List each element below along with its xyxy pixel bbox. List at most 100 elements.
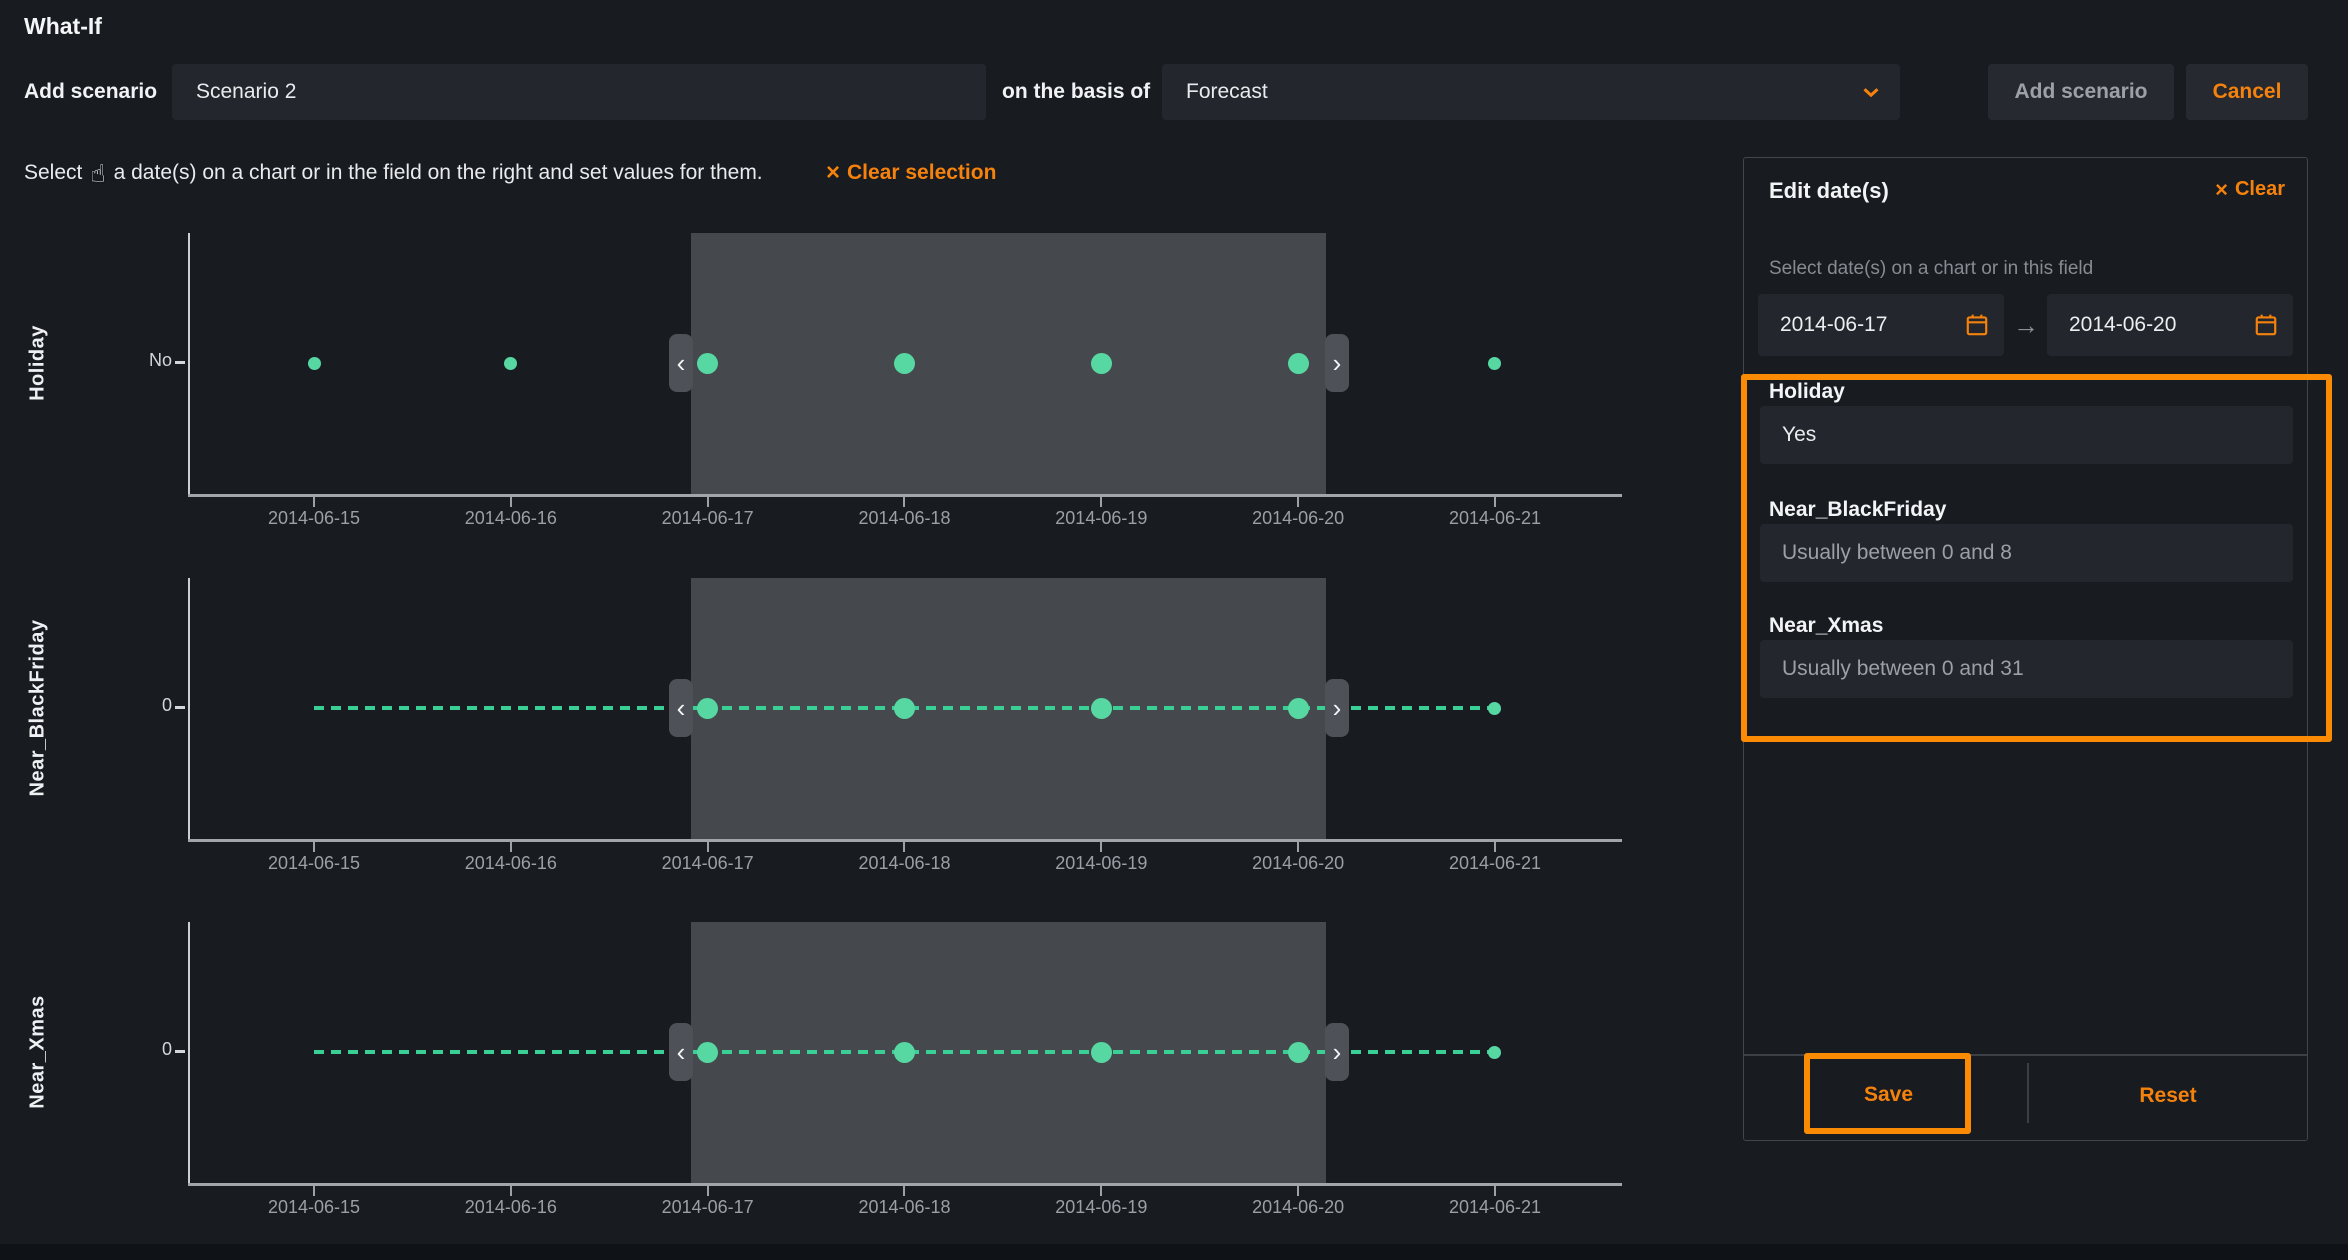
x-tick-mark: [903, 842, 905, 852]
field-input-near-xmas[interactable]: [1760, 640, 2293, 698]
basis-select[interactable]: Forecast: [1162, 64, 1900, 120]
close-icon: ×: [2215, 179, 2228, 201]
chevron-right-icon: ›: [1333, 695, 1342, 721]
add-scenario-button[interactable]: Add scenario: [1988, 64, 2174, 120]
y-axis: [188, 922, 190, 1186]
x-tick-mark: [313, 497, 315, 507]
x-tick-label: 2014-06-20: [1218, 1197, 1378, 1218]
bottom-strip: [0, 1244, 2348, 1260]
panel-clear-button[interactable]: × Clear: [2215, 178, 2285, 201]
field-input-near-blackfriday[interactable]: [1760, 524, 2293, 582]
x-axis: [188, 1183, 1622, 1186]
data-point[interactable]: [1091, 353, 1112, 374]
chart-holiday: Holiday No ‹ › 2014-06-152014-06-162014-…: [188, 233, 1622, 533]
x-tick-mark: [1297, 1186, 1299, 1196]
x-tick-label: 2014-06-21: [1415, 1197, 1575, 1218]
basis-selected-value: Forecast: [1186, 80, 1268, 104]
y-tick-mark: [175, 1050, 185, 1053]
cursor-pointer-icon: ☝: [90, 159, 105, 188]
x-tick-mark: [510, 842, 512, 852]
data-point[interactable]: [1288, 698, 1309, 719]
chevron-left-icon: ‹: [677, 1039, 686, 1065]
x-tick-label: 2014-06-17: [628, 508, 788, 529]
x-tick-label: 2014-06-17: [628, 853, 788, 874]
clear-selection-link[interactable]: × Clear selection: [826, 158, 996, 188]
x-tick-mark: [1494, 842, 1496, 852]
date-to-field[interactable]: [2047, 294, 2293, 356]
data-point[interactable]: [1288, 1042, 1309, 1063]
data-point[interactable]: [1091, 698, 1112, 719]
x-tick-label: 2014-06-15: [234, 508, 394, 529]
x-tick-mark: [903, 497, 905, 507]
data-point[interactable]: [1488, 357, 1501, 370]
selection-handle-left[interactable]: ‹: [669, 679, 693, 737]
selection-handle-right[interactable]: ›: [1325, 1023, 1349, 1081]
x-tick-label: 2014-06-15: [234, 853, 394, 874]
save-button[interactable]: Save: [1811, 1060, 1966, 1129]
x-tick-label: 2014-06-18: [824, 1197, 984, 1218]
instruction-text-after: a date(s) on a chart or in the field on …: [114, 161, 763, 185]
y-axis-title: Holiday: [27, 325, 50, 401]
scenario-name-input[interactable]: [172, 64, 986, 120]
data-point[interactable]: [894, 1042, 915, 1063]
chevron-left-icon: ‹: [677, 695, 686, 721]
x-tick-label: 2014-06-19: [1021, 853, 1181, 874]
edit-dates-panel: Edit date(s) × Clear Select date(s) on a…: [1743, 157, 2308, 1141]
data-point[interactable]: [697, 1042, 718, 1063]
data-point[interactable]: [1488, 702, 1501, 715]
reset-button[interactable]: Reset: [2098, 1066, 2238, 1126]
data-point[interactable]: [697, 698, 718, 719]
x-tick-mark: [1100, 842, 1102, 852]
x-tick-label: 2014-06-18: [824, 853, 984, 874]
x-tick-mark: [707, 497, 709, 507]
chart-near-xmas: Near_Xmas 0 ‹ › 2014-06-152014-06-162014…: [188, 922, 1622, 1222]
field-input-holiday[interactable]: [1760, 406, 2293, 464]
y-tick-mark: [175, 706, 185, 709]
close-icon: ×: [826, 161, 840, 185]
x-tick-label: 2014-06-15: [234, 1197, 394, 1218]
data-point[interactable]: [894, 698, 915, 719]
selection-band[interactable]: [691, 233, 1326, 494]
page-title: What-If: [24, 13, 102, 40]
x-axis: [188, 839, 1622, 842]
data-point[interactable]: [1091, 1042, 1112, 1063]
plot-area[interactable]: ‹ ›: [188, 578, 1622, 839]
chevron-down-icon: [1858, 79, 1884, 111]
plot-area[interactable]: ‹ ›: [188, 233, 1622, 494]
x-tick-mark: [510, 497, 512, 507]
x-tick-label: 2014-06-17: [628, 1197, 788, 1218]
data-point[interactable]: [894, 353, 915, 374]
x-tick-label: 2014-06-20: [1218, 508, 1378, 529]
y-axis-title: Near_BlackFriday: [27, 620, 50, 797]
data-point[interactable]: [504, 357, 517, 370]
x-tick-mark: [1100, 1186, 1102, 1196]
date-from-input[interactable]: [1778, 312, 1942, 338]
x-tick-label: 2014-06-18: [824, 508, 984, 529]
selection-handle-right[interactable]: ›: [1325, 679, 1349, 737]
calendar-icon[interactable]: [2253, 312, 2279, 338]
x-tick-mark: [1100, 497, 1102, 507]
y-axis: [188, 233, 190, 497]
data-point[interactable]: [1288, 353, 1309, 374]
data-point[interactable]: [697, 353, 718, 374]
x-axis: [188, 494, 1622, 497]
selection-handle-right[interactable]: ›: [1325, 334, 1349, 392]
date-from-field[interactable]: [1758, 294, 2004, 356]
basis-label: on the basis of: [1002, 64, 1150, 120]
field-label-holiday: Holiday: [1769, 380, 1845, 404]
footer-divider: [1744, 1054, 2307, 1056]
plot-area[interactable]: ‹ ›: [188, 922, 1622, 1183]
selection-handle-left[interactable]: ‹: [669, 1023, 693, 1081]
x-tick-mark: [1494, 1186, 1496, 1196]
cancel-button[interactable]: Cancel: [2186, 64, 2308, 120]
date-to-input[interactable]: [2067, 312, 2231, 338]
calendar-icon[interactable]: [1964, 312, 1990, 338]
add-scenario-label: Add scenario: [24, 64, 157, 120]
data-point[interactable]: [1488, 1046, 1501, 1059]
panel-hint: Select date(s) on a chart or in this fie…: [1769, 258, 2093, 280]
arrow-right-icon: →: [2006, 294, 2046, 356]
selection-handle-left[interactable]: ‹: [669, 334, 693, 392]
chart-near-blackfriday: Near_BlackFriday 0 ‹ › 2014-06-152014-06…: [188, 578, 1622, 878]
data-point[interactable]: [308, 357, 321, 370]
field-label-near-blackfriday: Near_BlackFriday: [1769, 498, 1946, 522]
